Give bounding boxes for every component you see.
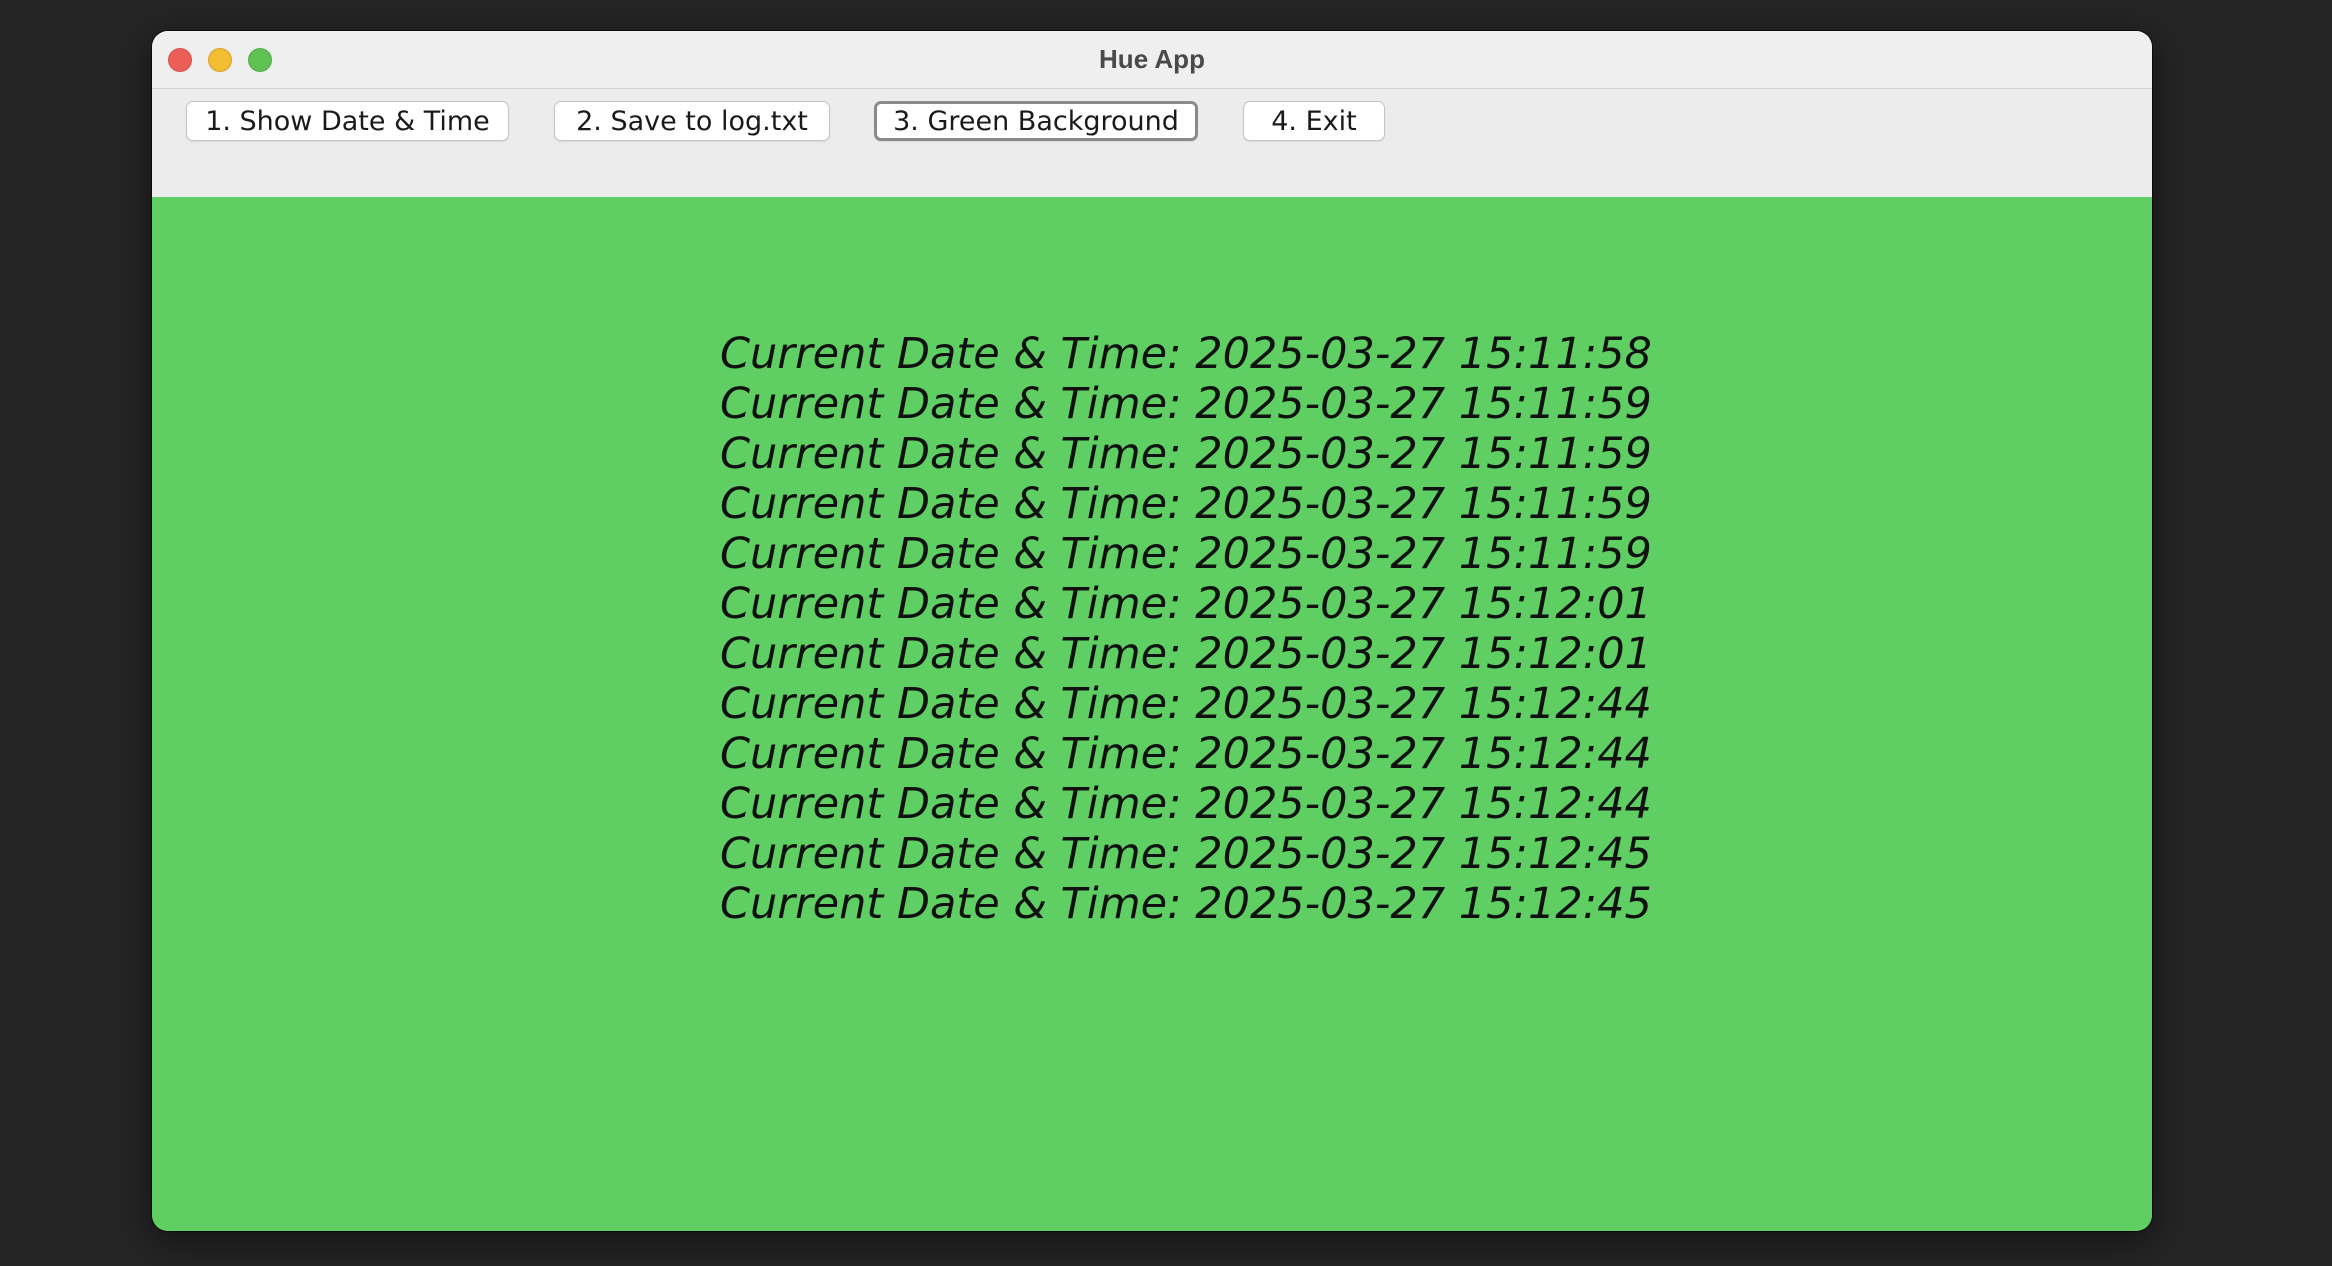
title-bar[interactable]: Hue App xyxy=(152,31,2152,89)
log-line: Current Date & Time: 2025-03-27 15:11:59 xyxy=(720,379,1652,429)
show-date-time-button[interactable]: 1. Show Date & Time xyxy=(186,101,509,141)
datetime-log-list: Current Date & Time: 2025-03-27 15:11:58… xyxy=(720,329,1652,929)
exit-button[interactable]: 4. Exit xyxy=(1243,101,1385,141)
content-area: Current Date & Time: 2025-03-27 15:11:58… xyxy=(152,197,2152,1231)
minimize-window-button[interactable] xyxy=(208,48,232,72)
log-line: Current Date & Time: 2025-03-27 15:11:59 xyxy=(720,479,1652,529)
log-line: Current Date & Time: 2025-03-27 15:12:01 xyxy=(720,629,1652,679)
green-background-button[interactable]: 3. Green Background xyxy=(874,101,1198,141)
window-controls xyxy=(168,48,272,72)
log-line: Current Date & Time: 2025-03-27 15:11:59 xyxy=(720,429,1652,479)
log-line: Current Date & Time: 2025-03-27 15:11:59 xyxy=(720,529,1652,579)
log-line: Current Date & Time: 2025-03-27 15:12:01 xyxy=(720,579,1652,629)
log-line: Current Date & Time: 2025-03-27 15:12:44 xyxy=(720,779,1652,829)
save-to-log-button[interactable]: 2. Save to log.txt xyxy=(554,101,830,141)
log-line: Current Date & Time: 2025-03-27 15:11:58 xyxy=(720,329,1652,379)
app-window: Hue App 1. Show Date & Time 2. Save to l… xyxy=(152,31,2152,1231)
button-toolbar: 1. Show Date & Time 2. Save to log.txt 3… xyxy=(152,89,2152,197)
log-line: Current Date & Time: 2025-03-27 15:12:45 xyxy=(720,829,1652,879)
log-line: Current Date & Time: 2025-03-27 15:12:44 xyxy=(720,679,1652,729)
close-window-button[interactable] xyxy=(168,48,192,72)
window-title: Hue App xyxy=(1099,44,1205,74)
log-line: Current Date & Time: 2025-03-27 15:12:45 xyxy=(720,879,1652,929)
log-line: Current Date & Time: 2025-03-27 15:12:44 xyxy=(720,729,1652,779)
zoom-window-button[interactable] xyxy=(248,48,272,72)
